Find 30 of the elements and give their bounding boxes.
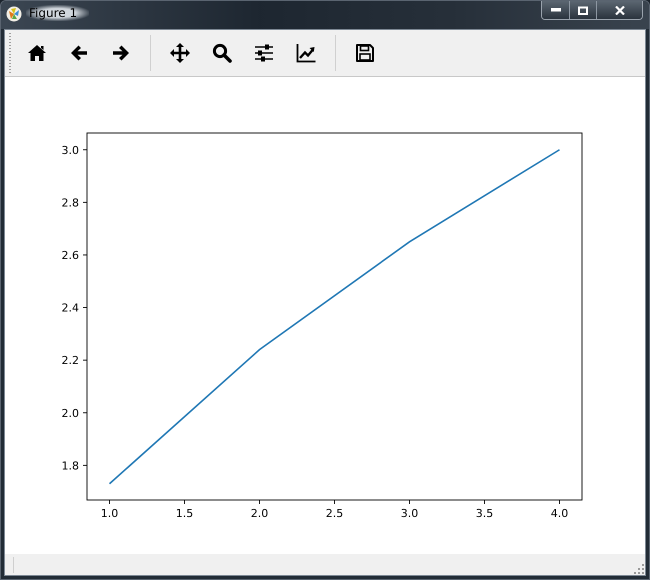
- home-icon: [27, 43, 47, 63]
- tick-label: 2.5: [326, 507, 344, 520]
- tick-label: 2.8: [62, 196, 79, 210]
- window-title: Figure 1: [26, 5, 90, 21]
- tick-label: 2.2: [62, 354, 79, 368]
- sliders-icon: [254, 43, 274, 63]
- right-arrow-icon: [111, 43, 131, 63]
- left-arrow-icon: [69, 43, 89, 63]
- tick-label: 1.0: [100, 507, 118, 520]
- maximize-button[interactable]: [569, 1, 596, 19]
- maximize-icon: [578, 6, 588, 14]
- search-icon: [212, 43, 232, 63]
- tick-label: 3.5: [476, 507, 494, 520]
- tick-label: 2.4: [62, 302, 79, 315]
- tick-label: 4.0: [550, 507, 568, 520]
- app-logo-icon: [6, 6, 22, 22]
- tick-label: 2.6: [62, 248, 79, 262]
- line-chart-icon: [296, 43, 316, 63]
- tick-label: 3.0: [400, 507, 418, 520]
- minimize-button[interactable]: [542, 1, 569, 19]
- tick-label: 3.0: [62, 144, 79, 157]
- tick-label: 2.0: [250, 507, 268, 520]
- close-icon: [614, 6, 624, 14]
- tick-label: 1.8: [62, 459, 79, 472]
- close-button[interactable]: [596, 1, 642, 19]
- resize-grip-icon[interactable]: [634, 564, 644, 574]
- tick-label: 1.5: [176, 507, 194, 520]
- tick-label: 2.0: [62, 406, 79, 420]
- move-arrows-icon: [170, 43, 190, 63]
- minimize-icon: [550, 8, 560, 12]
